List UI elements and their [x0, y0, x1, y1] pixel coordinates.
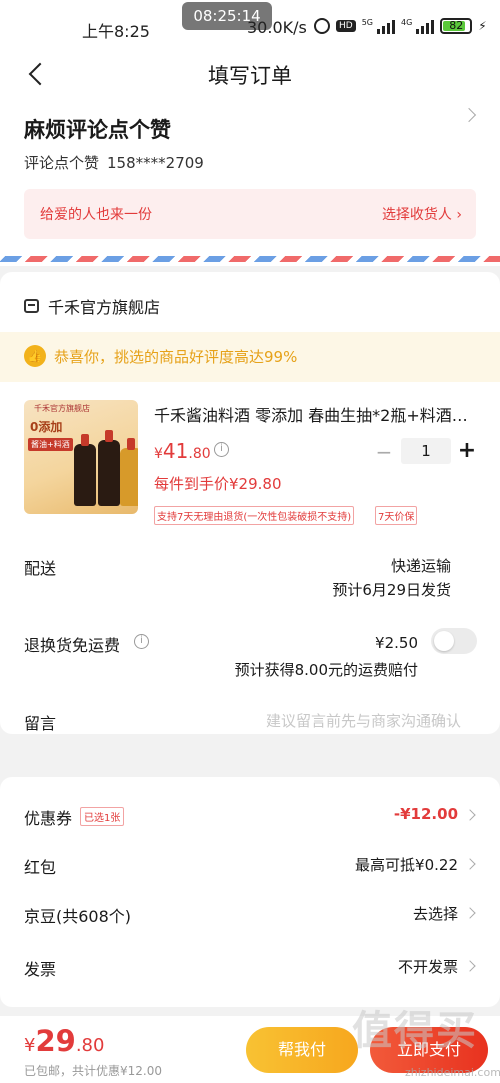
invoice-label: 发票 — [24, 960, 57, 979]
select-recipient-link[interactable]: 选择收货人 › — [382, 204, 462, 224]
memo-label: 留言 — [24, 714, 57, 733]
address-name: 麻烦评论点个赞 — [24, 118, 171, 142]
info-icon[interactable]: i — [134, 634, 149, 649]
coupon-value: -¥12.00 — [393, 805, 458, 823]
watermark: 值得买 — [352, 1008, 478, 1054]
qty-plus-button[interactable]: + — [456, 438, 478, 463]
unit-price: 每件到手价¥29.80 — [154, 475, 282, 493]
status-time: 上午8:25 — [82, 22, 150, 41]
recipient-phone: 158****2709 — [107, 154, 204, 172]
product-image-brand: 千禾官方旗舰店 — [34, 404, 90, 413]
shop-icon — [24, 299, 39, 313]
chevron-right-icon — [464, 858, 476, 870]
address-recipient-line: 评论点个赞 158****2709 — [24, 152, 204, 173]
invoice-value: 不开发票 — [397, 958, 458, 976]
battery-level: 82 — [449, 19, 464, 32]
shop-header[interactable]: 千禾官方旗舰店 — [24, 294, 160, 318]
battery-icon: 82 — [440, 18, 473, 34]
jingdou-label: 京豆(共608个) — [24, 907, 132, 926]
thumbs-up-icon: 👍 — [24, 345, 46, 367]
chevron-right-icon[interactable] — [461, 107, 477, 123]
return-shipping-toggle[interactable] — [431, 628, 477, 654]
price-currency: ¥ — [154, 446, 163, 462]
payment-card: 优惠券 已选1张 -¥12.00 红包 最高可抵¥0.22 京豆(共608个) … — [0, 777, 500, 1007]
coupon-tag: 已选1张 — [80, 807, 125, 826]
signal-5g-label: 5G — [361, 18, 373, 27]
redpacket-value: 最高可抵¥0.22 — [355, 856, 458, 874]
coupon-label: 优惠券 — [24, 809, 73, 828]
price-protect-badge: 7天价保 — [375, 506, 418, 525]
total-currency: ¥ — [24, 1035, 36, 1056]
nav-bar: 填写订单 — [0, 52, 500, 96]
product-price: ¥41.80 — [154, 439, 211, 463]
charging-icon: ⚡ — [478, 19, 487, 33]
alarm-icon — [314, 18, 330, 34]
delivery-method[interactable]: 快递运输 — [391, 555, 451, 576]
hd-icon: HD — [336, 20, 356, 32]
shop-name: 千禾官方旗舰店 — [48, 298, 161, 317]
signal-icon: 4G — [401, 18, 435, 34]
bottle-shape — [74, 434, 96, 506]
info-icon[interactable]: i — [214, 442, 229, 457]
signal-4g-label: 4G — [401, 18, 413, 27]
return-policy-badge: 支持7天无理由退货(一次性包装破损不支持) — [154, 506, 355, 525]
redpacket-label: 红包 — [24, 858, 57, 877]
chevron-right-icon — [464, 960, 476, 972]
status-icons: HD 5G 4G 82 ⚡ — [314, 18, 487, 34]
address-card[interactable]: 麻烦评论点个赞 评论点个赞 158****2709 给爱的人也来一份 选择收货人 … — [0, 96, 500, 266]
chevron-right-icon — [464, 907, 476, 919]
status-bar: 上午8:25 08:25:14 30.0K/s HD 5G 4G 82 ⚡ — [0, 0, 500, 52]
delivery-label: 配送 — [24, 559, 57, 578]
gift-bar[interactable]: 给爱的人也来一份 选择收货人 › — [24, 189, 476, 239]
qty-input[interactable]: 1 — [401, 438, 451, 464]
price-decimal: .80 — [188, 446, 211, 462]
redpacket-row[interactable]: 红包 最高可抵¥0.22 — [0, 850, 500, 880]
gift-text: 给爱的人也来一份 — [40, 207, 152, 223]
watermark-sub: zhizhideimai.com — [405, 1066, 500, 1079]
signal-icon: 5G — [362, 18, 395, 34]
praise-bar: 👍 恭喜你，挑选的商品好评度高达99% — [0, 332, 500, 382]
return-shipping-price: ¥2.50 — [375, 634, 418, 652]
return-shipping-label: 退换货免运费 — [24, 636, 121, 655]
delivery-date: 预计6月29日发货 — [332, 581, 451, 599]
qty-minus-button[interactable]: − — [374, 440, 394, 464]
product-title[interactable]: 千禾酱油料酒 零添加 春曲生抽*2瓶+料酒1.8L — [154, 402, 474, 426]
recipient-name: 评论点个赞 — [24, 154, 100, 172]
memo-input[interactable]: 建议留言前先与商家沟通确认 — [266, 710, 461, 731]
shop-card: 千禾官方旗舰店 👍 恭喜你，挑选的商品好评度高达99% 千禾官方旗舰店 0添加 … — [0, 272, 500, 734]
bottle-shape — [120, 438, 138, 506]
total-note: 已包邮，共计优惠¥12.00 — [24, 1064, 162, 1078]
price-integer: 41 — [162, 439, 189, 463]
praise-text: 恭喜你，挑选的商品好评度高达99% — [54, 348, 298, 366]
total-decimal: .80 — [75, 1035, 105, 1056]
help-pay-button[interactable]: 帮我付 — [246, 1027, 358, 1073]
page-title: 填写订单 — [208, 64, 292, 88]
return-shipping-compensation: 预计获得8.00元的运费赔付 — [234, 661, 418, 679]
total-integer: 29 — [35, 1024, 76, 1058]
jingdou-row[interactable]: 京豆(共608个) 去选择 — [0, 899, 500, 929]
product-image[interactable]: 千禾官方旗舰店 0添加 酱油+料酒 — [24, 400, 138, 514]
bottle-shape — [98, 430, 120, 506]
jingdou-value: 去选择 — [412, 905, 458, 923]
coupon-row[interactable]: 优惠券 已选1张 -¥12.00 — [0, 801, 500, 831]
envelope-border — [0, 256, 500, 262]
invoice-row[interactable]: 发票 不开发票 — [0, 952, 500, 982]
chevron-right-icon — [464, 809, 476, 821]
total-price: ¥29.80 — [24, 1024, 104, 1058]
product-image-tag2: 酱油+料酒 — [28, 438, 73, 451]
net-speed: 30.0K/s — [247, 18, 307, 37]
product-image-tag: 0添加 — [30, 420, 63, 434]
